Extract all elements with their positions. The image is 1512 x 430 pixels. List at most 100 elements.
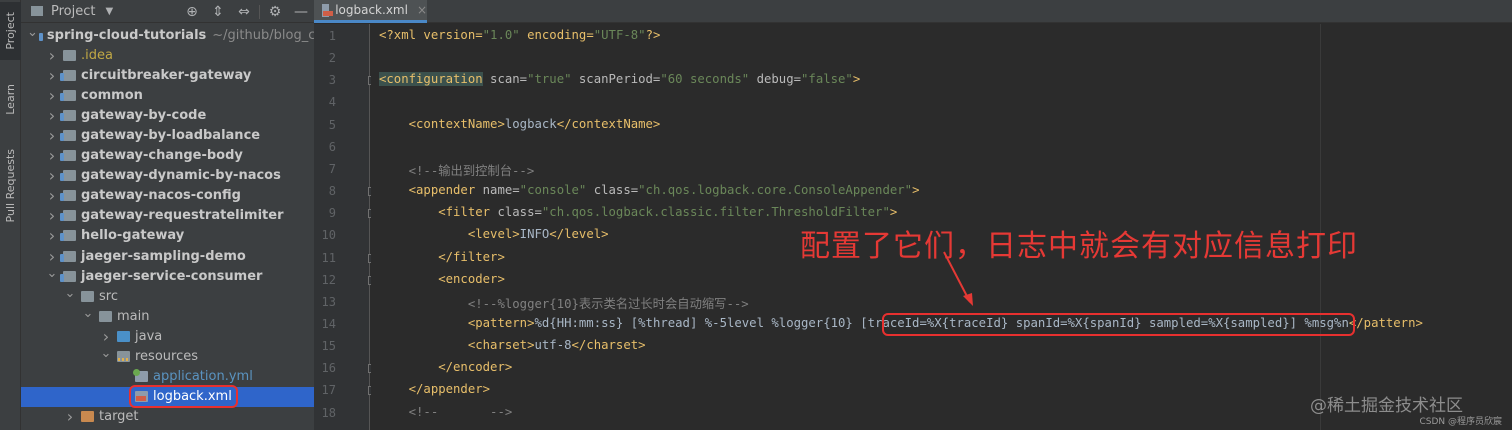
tree-item[interactable]: › java: [21, 326, 314, 346]
tree-item[interactable]: › gateway-by-loadbalance: [21, 125, 314, 145]
project-panel-toolbar: ⊕ ⇕ ⇔ ⚙ —: [179, 0, 314, 23]
line-number: 7: [328, 161, 336, 176]
locate-file-icon[interactable]: ⊕: [179, 4, 205, 20]
tree-item[interactable]: › gateway-requestratelimiter: [21, 206, 314, 226]
tree-item[interactable]: ⌄ resources: [21, 346, 314, 367]
chevron-right-icon[interactable]: ›: [99, 327, 113, 346]
code-token: encoding=: [519, 28, 594, 42]
line-number: 2: [328, 51, 336, 66]
minimize-icon[interactable]: —: [288, 4, 314, 20]
chevron-right-icon[interactable]: ›: [45, 46, 59, 65]
tree-item[interactable]: › jaeger-sampling-demo: [21, 246, 314, 266]
tree-item[interactable]: ⌄ src: [21, 286, 314, 306]
expand-all-icon[interactable]: ⇕: [205, 4, 231, 20]
xml-file-icon: [322, 3, 334, 17]
tree-item[interactable]: ⌄ main: [21, 306, 314, 326]
tree-item-label: gateway-nacos-config: [81, 188, 241, 204]
code-line: <appender name="console" class="ch.qos.l…: [379, 183, 920, 198]
chevron-right-icon[interactable]: ›: [45, 86, 59, 105]
project-panel-title[interactable]: Project: [51, 4, 95, 19]
module-folder-icon: [60, 210, 76, 222]
tree-item[interactable]: › gateway-change-body: [21, 146, 314, 166]
tree-item[interactable]: ⌄ jaeger-service-consumer: [21, 266, 314, 286]
chevron-right-icon[interactable]: ›: [63, 407, 77, 426]
highlight-box-trace-pattern: [882, 313, 1355, 336]
learn-tool-tab[interactable]: Learn: [0, 70, 21, 128]
code-token: "console": [519, 183, 587, 198]
tree-item-label: gateway-by-loadbalance: [81, 128, 261, 144]
tree-item-label: main: [117, 308, 150, 324]
chevron-right-icon[interactable]: ›: [45, 166, 59, 185]
tree-item-label: jaeger-service-consumer: [81, 268, 263, 284]
tree-item[interactable]: › .idea: [21, 45, 314, 65]
tree-item[interactable]: › gateway-nacos-config: [21, 186, 314, 206]
code-token: >: [912, 183, 920, 198]
chevron-down-icon[interactable]: ▼: [105, 6, 113, 17]
line-number: 3: [328, 73, 336, 88]
tree-item[interactable]: application.yml: [21, 367, 314, 387]
excluded-folder-icon: [81, 411, 94, 423]
chevron-right-icon[interactable]: ›: [45, 226, 59, 245]
code-line: <configuration scan="true" scanPeriod="6…: [379, 72, 861, 87]
chevron-right-icon[interactable]: ›: [45, 247, 59, 266]
toolbar-divider: [259, 4, 260, 19]
code-token: <!--%logger{10}表示类名过长时会自动缩写-->: [379, 296, 749, 311]
line-number: 13: [321, 294, 336, 309]
chevron-down-icon[interactable]: ⌄: [45, 266, 59, 281]
code-token: >: [889, 205, 898, 220]
resources-folder-icon: [117, 351, 130, 363]
code-token: name=: [475, 183, 520, 198]
code-token: "60 seconds": [660, 72, 750, 87]
tree-item-label: spring-cloud-tutorials: [46, 27, 207, 43]
tree-item[interactable]: ⌄ spring-cloud-tutorials ~/github/blog_c: [21, 25, 314, 45]
tree-item-path: ~/github/blog_c: [212, 27, 314, 43]
module-folder-icon: [60, 150, 76, 162]
code-token: </pattern>: [1348, 315, 1423, 330]
chevron-right-icon[interactable]: ›: [45, 146, 59, 165]
folder-icon: [81, 290, 94, 302]
line-number: 1: [328, 29, 336, 43]
tree-item[interactable]: › circuitbreaker-gateway: [21, 65, 314, 85]
pull-requests-tool-tab-label: Pull Requests: [4, 149, 17, 223]
module-folder-icon: [60, 130, 76, 142]
code-token: "ch.qos.logback.classic.filter.Threshold…: [541, 205, 890, 220]
code-line: <filter class="ch.qos.logback.classic.fi…: [379, 205, 897, 219]
tree-item[interactable]: › target: [21, 407, 314, 427]
tree-item[interactable]: › common: [21, 85, 314, 105]
chevron-right-icon[interactable]: ›: [45, 206, 59, 225]
editor-tab-logback-xml[interactable]: logback.xml ×: [314, 0, 427, 23]
code-token: <!-- -->: [379, 404, 513, 419]
csdn-watermark: CSDN @程序员欣宸: [1419, 417, 1502, 427]
module-folder-icon: [60, 270, 76, 282]
code-token: utf-8: [534, 338, 572, 353]
collapse-all-icon[interactable]: ⇔: [231, 4, 257, 20]
tree-item[interactable]: › gateway-dynamic-by-nacos: [21, 166, 314, 186]
module-folder-icon: [60, 250, 76, 262]
code-line: <!--%logger{10}表示类名过长时会自动缩写-->: [379, 294, 749, 312]
chevron-right-icon[interactable]: ›: [45, 186, 59, 205]
line-number: 16: [321, 361, 336, 376]
chevron-right-icon[interactable]: ›: [45, 66, 59, 85]
chevron-down-icon[interactable]: ⌄: [81, 306, 95, 321]
code-token: <configuration: [379, 72, 483, 87]
tree-item[interactable]: › gateway-by-code: [21, 105, 314, 125]
gear-icon[interactable]: ⚙: [262, 4, 288, 20]
tree-item[interactable]: › hello-gateway: [21, 226, 314, 246]
chevron-down-icon[interactable]: ⌄: [99, 346, 113, 361]
close-icon[interactable]: ×: [417, 3, 427, 17]
project-tool-tab[interactable]: Project: [0, 2, 21, 60]
line-number: 17: [321, 383, 336, 398]
chevron-down-icon[interactable]: ⌄: [27, 25, 38, 40]
chevron-right-icon[interactable]: ›: [45, 106, 59, 125]
tree-item-label: gateway-change-body: [81, 148, 243, 164]
editor-tab-bar: logback.xml ×: [314, 0, 1512, 23]
chevron-down-icon[interactable]: ⌄: [63, 286, 77, 301]
chevron-right-icon[interactable]: ›: [45, 126, 59, 145]
line-number: 12: [321, 272, 336, 287]
tree-item-label: src: [99, 288, 118, 304]
code-line: <charset>utf-8</charset>: [379, 338, 646, 352]
code-token: ?>: [645, 28, 661, 42]
pull-requests-tool-tab[interactable]: Pull Requests: [0, 140, 21, 232]
code-token: >: [852, 72, 861, 87]
code-token: "true": [527, 72, 572, 87]
